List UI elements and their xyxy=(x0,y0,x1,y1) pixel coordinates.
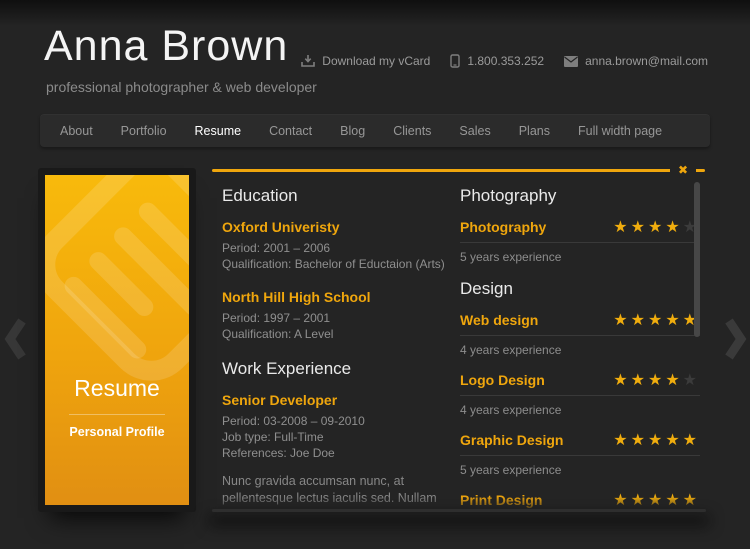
phone-link[interactable]: 1.800.353.252 xyxy=(450,54,544,68)
skill-item: Graphic Design ★★★★★ 5 years experience xyxy=(460,432,700,477)
site-title[interactable]: Anna Brown xyxy=(44,22,288,71)
panel-accent-line xyxy=(212,169,705,172)
skill-experience: 5 years experience xyxy=(460,250,562,264)
page: Anna Brown professional photographer & w… xyxy=(0,0,750,549)
resume-right-column: Photography Photography ★★★★★ 5 years ex… xyxy=(460,186,700,512)
design-heading: Design xyxy=(460,279,513,298)
nav-item-clients[interactable]: Clients xyxy=(379,114,445,147)
nav-item-full-width-page[interactable]: Full width page xyxy=(564,114,676,147)
education-entry-qualification: Qualification: Bachelor of Eductaion (Ar… xyxy=(222,257,445,271)
work-heading: Work Experience xyxy=(222,359,352,378)
chevron-left-icon[interactable] xyxy=(4,316,28,362)
nav-item-about[interactable]: About xyxy=(46,114,107,147)
nav-item-blog[interactable]: Blog xyxy=(326,114,379,147)
resume-card: Resume Personal Profile xyxy=(38,168,196,512)
education-entry: Oxford Univeristy Period: 2001 – 2006 Qu… xyxy=(222,219,462,272)
star-rating: ★★★★★ xyxy=(613,430,700,449)
skill-experience: 4 years experience xyxy=(460,343,562,357)
nav-item-resume[interactable]: Resume xyxy=(181,114,256,147)
education-entry-qualification: Qualification: A Level xyxy=(222,327,334,341)
skill-item: Logo Design ★★★★★ 4 years experience xyxy=(460,372,700,417)
panel-bottom-edge xyxy=(212,509,706,512)
education-entry-period: Period: 2001 – 2006 xyxy=(222,241,331,255)
education-entry-title: Oxford Univeristy xyxy=(222,219,340,235)
skill-item: Web design ★★★★★ 4 years experience xyxy=(460,312,700,357)
card-divider xyxy=(69,414,165,415)
star-rating: ★★★★★ xyxy=(613,370,700,389)
skill-name: Photography xyxy=(460,219,547,235)
nav-item-portfolio[interactable]: Portfolio xyxy=(107,114,181,147)
resume-watermark-icon xyxy=(45,175,189,384)
contact-bar: Download my vCard 1.800.353.252 anna.bro… xyxy=(301,54,708,68)
education-heading: Education xyxy=(222,186,298,205)
mail-icon xyxy=(564,55,579,67)
nav-item-sales[interactable]: Sales xyxy=(445,114,504,147)
star-rating: ★★★★★ xyxy=(613,217,700,236)
skill-experience: 5 years experience xyxy=(460,463,562,477)
skill-name: Web design xyxy=(460,312,539,328)
resume-left-column: Education Oxford Univeristy Period: 2001… xyxy=(222,186,462,512)
nav-item-plans[interactable]: Plans xyxy=(505,114,564,147)
work-entry: Senior Developer Period: 03-2008 – 09-20… xyxy=(222,392,462,512)
phone-icon xyxy=(450,54,461,68)
card-title: Resume xyxy=(74,375,160,401)
resume-panel: ✖ Education Oxford Univeristy Period: 20… xyxy=(210,160,708,512)
education-entry-period: Period: 1997 – 2001 xyxy=(222,311,331,325)
skill-item: Photography ★★★★★ 5 years experience xyxy=(460,219,700,264)
skill-name: Logo Design xyxy=(460,372,545,388)
photography-heading: Photography xyxy=(460,186,557,205)
vcard-link[interactable]: Download my vCard xyxy=(301,54,430,68)
vcard-label: Download my vCard xyxy=(322,54,431,68)
nav-item-contact[interactable]: Contact xyxy=(255,114,326,147)
card-subtitle: Personal Profile xyxy=(69,425,165,439)
work-entry-title: Senior Developer xyxy=(222,392,338,408)
phone-number: 1.800.353.252 xyxy=(467,54,545,68)
work-entry-period: Period: 03-2008 – 09-2010 xyxy=(222,414,365,428)
close-icon[interactable]: ✖ xyxy=(670,162,696,179)
work-entry-description: Nunc gravida accumsan nunc, at pellentes… xyxy=(222,474,437,512)
star-rating: ★★★★★ xyxy=(613,490,700,509)
site-tagline: professional photographer & web develope… xyxy=(46,79,317,95)
scrollbar[interactable] xyxy=(694,182,700,337)
main-nav: About Portfolio Resume Contact Blog Clie… xyxy=(40,114,710,147)
work-entry-job-type: Job type: Full-Time xyxy=(222,430,324,444)
education-entry-title: North Hill High School xyxy=(222,289,371,305)
work-entry-references: References: Joe Doe xyxy=(222,446,335,460)
chevron-right-icon[interactable] xyxy=(723,316,747,362)
education-entry: North Hill High School Period: 1997 – 20… xyxy=(222,289,462,342)
skill-name: Graphic Design xyxy=(460,432,564,448)
email-link[interactable]: anna.brown@mail.com xyxy=(564,54,708,68)
download-icon xyxy=(301,54,316,68)
star-rating: ★★★★★ xyxy=(613,310,700,329)
skill-experience: 4 years experience xyxy=(460,403,562,417)
email-address: anna.brown@mail.com xyxy=(585,54,708,68)
skill-name: Print Design xyxy=(460,492,543,508)
